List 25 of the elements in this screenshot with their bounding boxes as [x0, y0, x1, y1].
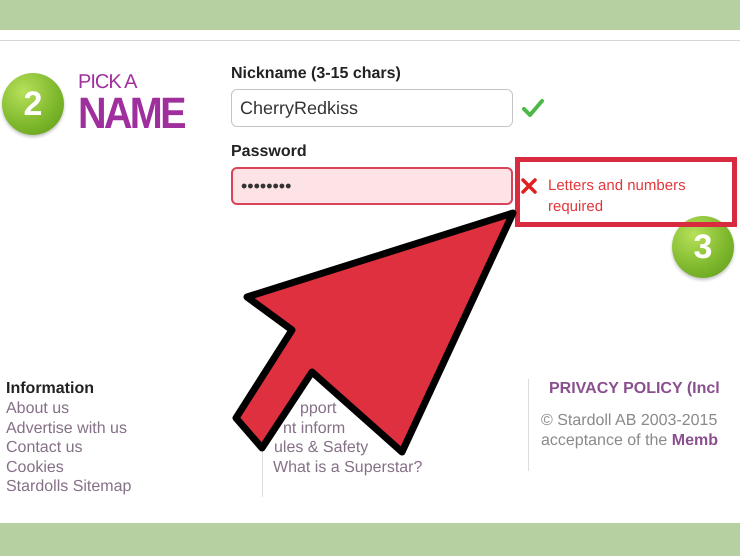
step-badge: 2 [2, 73, 64, 135]
input-field[interactable]: •••••••• [231, 167, 513, 205]
error-message: Letters and numbers required [548, 176, 687, 217]
footer-link[interactable]: pport [300, 399, 336, 419]
arrow-icon [232, 210, 516, 456]
heading-large: NAME [78, 93, 184, 135]
footer-link[interactable]: Contact us [6, 438, 82, 458]
footer-link[interactable]: nt inform [283, 418, 346, 438]
footer-link[interactable]: What is a Superstar? [273, 458, 422, 478]
legal-text: acceptance of the Memb [541, 431, 718, 451]
error-icon [521, 178, 537, 194]
footer-heading: Information [6, 379, 94, 399]
footer-link[interactable]: Cookies [6, 458, 64, 478]
footer-link[interactable]: Stardolls Sitemap [6, 477, 132, 497]
footer-link[interactable]: ules & Safety [274, 438, 368, 458]
legal-text: © Stardoll AB 2003-2015 [541, 411, 718, 431]
field-label: Password [231, 143, 308, 162]
footer-heading[interactable]: PRIVACY POLICY (Incl [549, 379, 720, 399]
check-icon [522, 98, 544, 118]
footer-link[interactable]: Advertise with us [6, 418, 127, 438]
field-label: Nickname (3-15 chars) [231, 65, 402, 84]
step-badge: 3 [672, 216, 734, 278]
heading-small: PICK A [78, 71, 138, 93]
input-field[interactable]: CherryRedkiss [231, 89, 513, 127]
footer-link[interactable]: About us [6, 399, 70, 419]
